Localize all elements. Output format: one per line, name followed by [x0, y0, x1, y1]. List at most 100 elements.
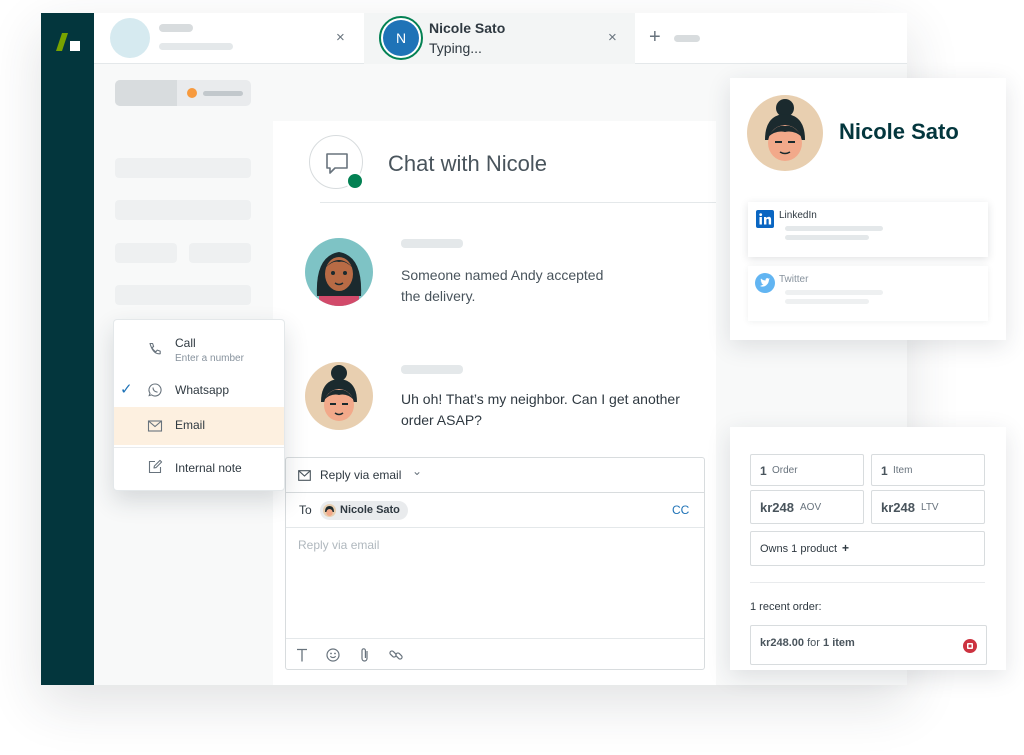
link-icon[interactable]: [388, 647, 404, 663]
menu-item-label: Email: [175, 418, 206, 432]
reply-mode-label: Reply via email: [320, 468, 402, 482]
owned-products-box[interactable]: Owns 1 product +: [750, 531, 985, 566]
menu-divider: [114, 447, 284, 448]
order-count-box: 1 Order: [750, 454, 864, 486]
recent-order-for: for: [807, 637, 820, 649]
message-line: Someone named Andy accepted: [401, 267, 604, 283]
twitter-label: Twitter: [779, 274, 809, 285]
close-icon[interactable]: ×: [608, 29, 617, 46]
phone-icon: [149, 342, 161, 355]
divider: [750, 582, 985, 583]
recent-orders-title: 1 recent order:: [750, 601, 822, 613]
typing-status: Typing...: [429, 40, 482, 56]
emoji-icon[interactable]: [326, 648, 340, 662]
aov-box: kr248 AOV: [750, 490, 864, 524]
order-summary-card: 1 Order 1 Item kr248 AOV kr248 LTV Owns …: [730, 427, 1006, 670]
aov-label: AOV: [800, 502, 822, 513]
recent-order-summary: kr248.00 for 1 item: [760, 637, 855, 649]
aov-value: kr248: [760, 500, 794, 515]
status-pill-segment: [115, 80, 177, 106]
close-icon[interactable]: ×: [336, 29, 345, 46]
check-icon: ✓: [120, 381, 133, 398]
order-label: Order: [772, 465, 798, 476]
shop-icon: [963, 639, 977, 653]
sidebar-item-placeholder: [189, 243, 251, 263]
andy-avatar: [305, 238, 373, 306]
twitter-icon: [755, 273, 775, 293]
menu-item-whatsapp[interactable]: ✓ Whatsapp: [114, 374, 284, 406]
sidebar-item-placeholder: [115, 285, 251, 305]
cc-link[interactable]: CC: [672, 503, 689, 517]
recipient-avatar: [323, 504, 336, 517]
ltv-value: kr248: [881, 500, 915, 515]
twitter-card[interactable]: Twitter: [748, 266, 988, 321]
recent-order-items: 1 item: [823, 637, 855, 649]
attachment-icon[interactable]: [360, 647, 370, 663]
message-line: order ASAP?: [401, 412, 482, 428]
menu-item-label: Internal note: [175, 461, 242, 475]
text-format-icon[interactable]: [296, 648, 308, 662]
ltv-box: kr248 LTV: [871, 490, 985, 524]
ticket-tab-bar: × N Nicole Sato Typing... × +: [94, 13, 907, 64]
note-icon: [148, 459, 163, 474]
status-pill[interactable]: [115, 80, 251, 106]
twitter-detail-placeholder: [785, 299, 869, 304]
to-label: To: [299, 503, 312, 517]
profile-avatar: [747, 95, 823, 171]
divider: [320, 202, 716, 203]
linkedin-label: LinkedIn: [779, 210, 817, 221]
recent-order-amount: kr248.00: [760, 637, 805, 649]
reply-input[interactable]: Reply via email: [298, 538, 379, 552]
nav-rail: [41, 13, 94, 685]
menu-item-call[interactable]: Call Enter a number: [114, 325, 284, 373]
menu-item-internal-note[interactable]: Internal note: [114, 452, 284, 484]
channel-menu: Call Enter a number ✓ Whatsapp Email Int…: [113, 319, 285, 491]
avatar-placeholder: [110, 18, 150, 58]
add-product-icon[interactable]: +: [842, 541, 849, 555]
order-count: 1: [760, 464, 767, 478]
recipient-name: Nicole Sato: [340, 504, 400, 516]
menu-item-email[interactable]: Email: [114, 407, 284, 445]
mail-icon: [147, 420, 163, 432]
item-count-box: 1 Item: [871, 454, 985, 486]
chevron-down-icon: ⌄: [412, 464, 423, 478]
message-text: Uh oh! That’s my neighbor. Can I get ano…: [401, 389, 680, 431]
profile-name: Nicole Sato: [839, 119, 959, 144]
sidebar-item-placeholder: [115, 158, 251, 178]
nicole-avatar: [305, 362, 373, 430]
add-tab-placeholder: [674, 35, 700, 42]
chat-title: Chat with Nicole: [388, 151, 547, 176]
message-line: Uh oh! That’s my neighbor. Can I get ano…: [401, 391, 680, 407]
owned-products-label: Owns 1 product: [760, 543, 838, 555]
ltv-label: LTV: [921, 502, 939, 513]
reply-mode-selector[interactable]: Reply via email ⌄: [286, 458, 704, 493]
status-dot: [187, 88, 197, 98]
add-tab-icon[interactable]: +: [649, 26, 661, 49]
tab-customer-name: Nicole Sato: [429, 20, 506, 36]
sender-placeholder: [401, 365, 463, 374]
reply-composer: Reply via email ⌄ To Nicole Sato CC Repl…: [285, 457, 705, 670]
linkedin-card[interactable]: LinkedIn: [748, 202, 988, 257]
ticket-tab-nicole[interactable]: N Nicole Sato Typing... ×: [364, 13, 635, 64]
linkedin-icon: [756, 210, 774, 228]
tab-avatar: N: [379, 16, 423, 60]
menu-item-label: Call: [175, 336, 196, 350]
recipient-chip[interactable]: Nicole Sato: [320, 501, 408, 520]
customer-profile-card: Nicole Sato LinkedIn Twitter: [730, 78, 1006, 340]
linkedin-detail-placeholder: [785, 235, 869, 240]
menu-item-sublabel: Enter a number: [175, 353, 244, 364]
status-text-placeholder: [203, 91, 243, 96]
brand-logo[interactable]: [53, 31, 83, 57]
mail-icon: [298, 470, 311, 481]
sidebar-item-placeholder: [115, 200, 251, 220]
menu-item-label: Whatsapp: [175, 383, 230, 397]
sidebar-item-placeholder: [115, 243, 177, 263]
recipient-row: To Nicole Sato CC: [286, 493, 704, 528]
recent-order-row[interactable]: kr248.00 for 1 item: [750, 625, 987, 665]
ticket-tab-1[interactable]: ×: [94, 13, 364, 64]
chat-panel: Chat with Nicole Someone named Andy acce…: [273, 121, 716, 685]
avatar-initial: N: [383, 20, 419, 56]
tab-subtitle-placeholder: [159, 43, 233, 50]
item-label: Item: [893, 465, 913, 476]
twitter-detail-placeholder: [785, 290, 883, 295]
